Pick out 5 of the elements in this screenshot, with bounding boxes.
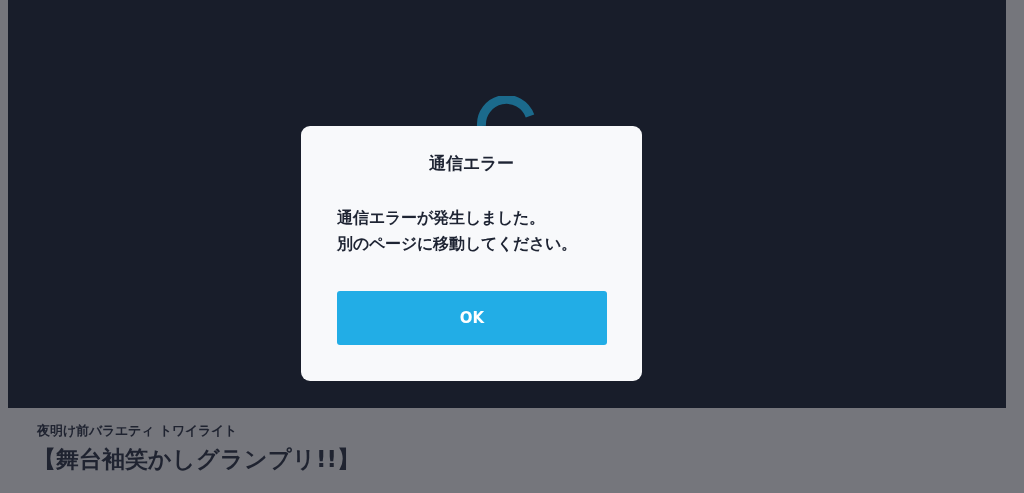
series-name: 夜明け前バラエティ トワイライト — [37, 422, 237, 440]
ok-button[interactable]: OK — [337, 291, 607, 345]
dialog-title: 通信エラー — [429, 152, 514, 175]
error-message: 通信エラーが発生しました。 別のページに移動してください。 — [337, 207, 577, 255]
program-title: 【舞台袖笑かしグランプリ!!】 — [33, 445, 360, 474]
